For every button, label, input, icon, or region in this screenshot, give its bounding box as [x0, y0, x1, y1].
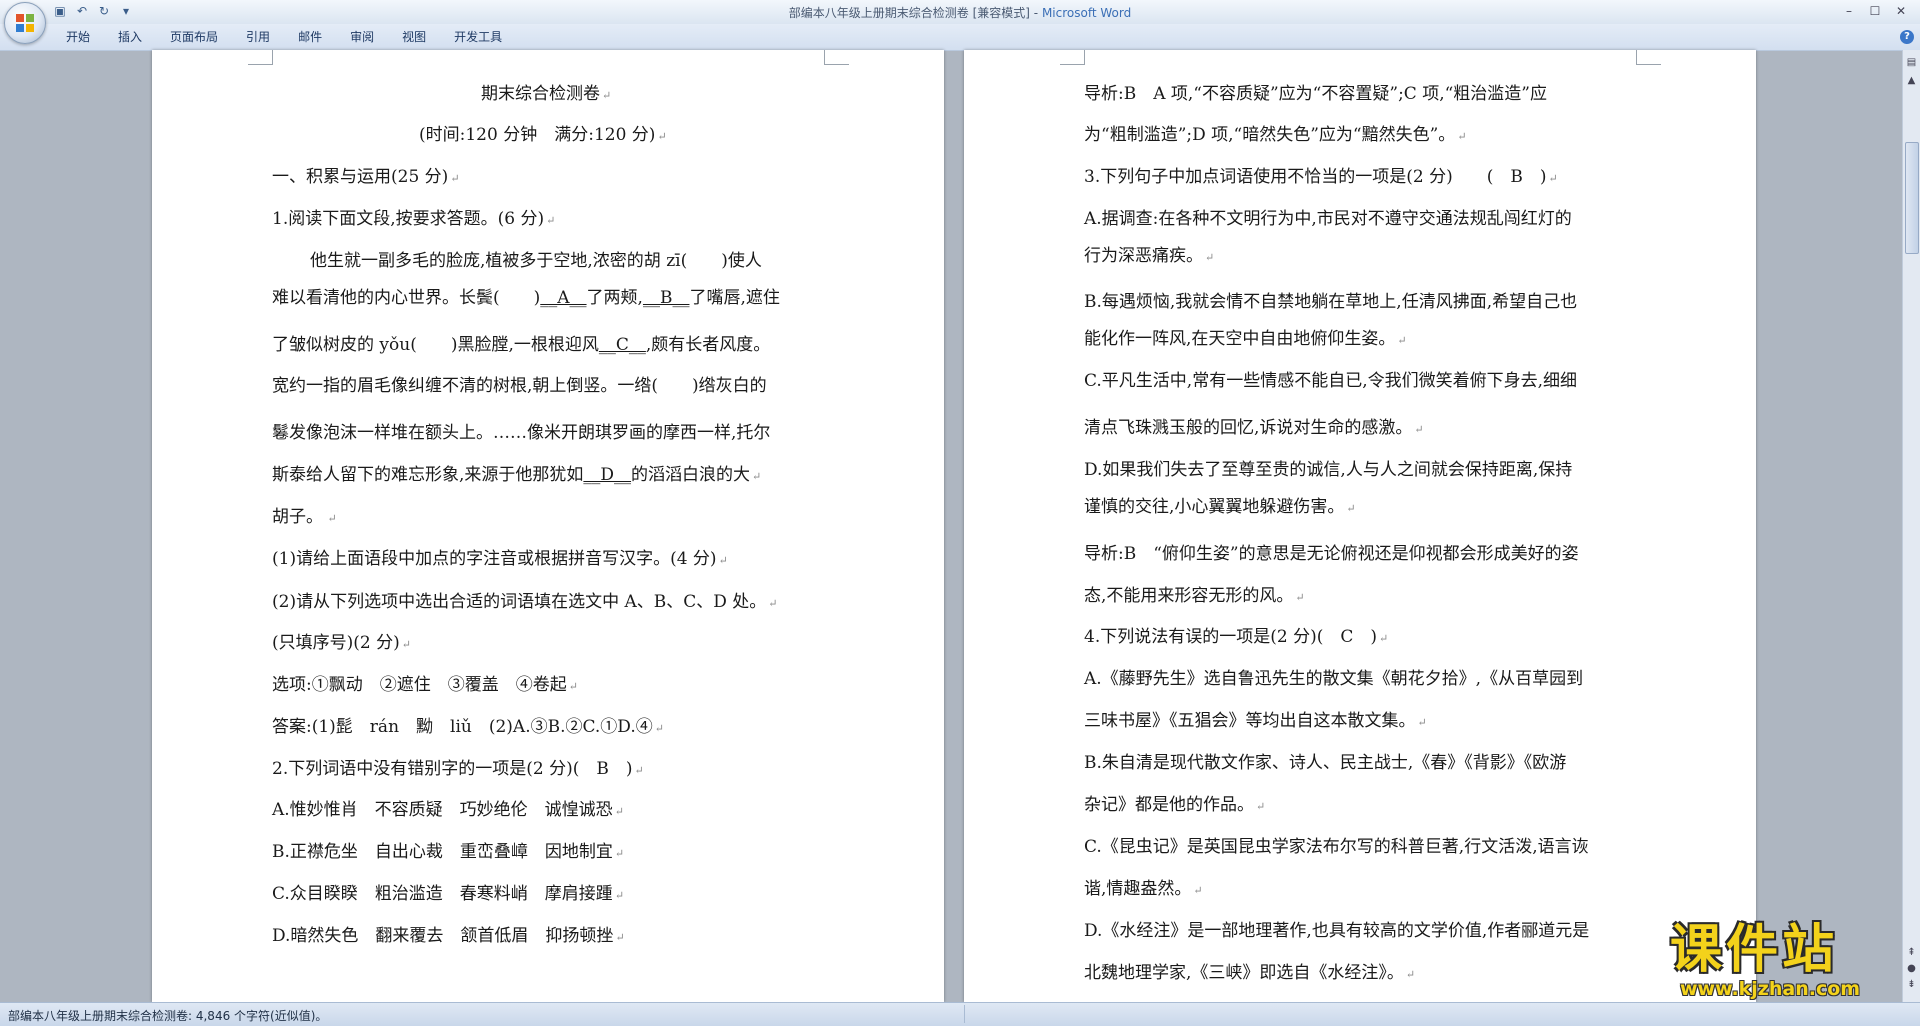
vertical-scrollbar[interactable]: ▤ ▲ ⇞ ● ⇟	[1902, 50, 1920, 1002]
option-b: B.正襟危坐 自出心裁 重峦叠嶂 因地制宜 ↵	[272, 842, 625, 862]
document-subtitle: (时间:120 分钟 满分:120 分) ↵	[419, 125, 667, 145]
option-b: B.每遇烦恼,我就会情不自禁地躺在草地上,任清风拂面,希望自己也	[1084, 292, 1578, 312]
window-title: 部编本八年级上册期末综合检测卷 [兼容模式] - Microsoft Word	[0, 4, 1920, 21]
document-title: 期末综合检测卷 ↵	[481, 84, 612, 104]
question-2: 2.下列词语中没有错别字的一项是(2 分)( B ) ↵	[272, 759, 644, 779]
tab-mailings[interactable]: 邮件	[284, 29, 336, 45]
passage-line: 鬈发像泡沫一样堆在额头上。……像米开朗琪罗画的摩西一样,托尔	[272, 423, 771, 443]
window-controls: – ☐ ✕	[1836, 2, 1914, 20]
analysis-line: 态,不能用来形容无形的风。 ↵	[1084, 586, 1305, 606]
option-d: D.《水经注》是一部地理著作,也具有较高的文学价值,作者郦道元是	[1084, 921, 1590, 941]
ribbon-tabs: 开始 插入 页面布局 引用 邮件 审阅 视图 开发工具	[52, 29, 516, 45]
question-1: 1.阅读下面文段,按要求答题。(6 分) ↵	[272, 209, 556, 229]
question-4: 4.下列说法有误的一项是(2 分)( C ) ↵	[1084, 627, 1389, 647]
option-c: C.平凡生活中,常有一些情感不能自已,令我们微笑着俯下身去,细细	[1084, 371, 1578, 391]
close-icon[interactable]: ✕	[1888, 2, 1914, 20]
office-button[interactable]	[4, 2, 46, 44]
crop-mark	[1636, 50, 1661, 65]
option-b: B.朱自清是现代散文作家、诗人、民主战士,《春》《背影》《欧游	[1084, 753, 1567, 773]
word-count-status[interactable]: 部编本八年级上册期末综合检测卷: 4,846 个字符(近似值)。	[8, 1007, 327, 1024]
tab-review[interactable]: 审阅	[336, 29, 388, 45]
option-c: 谐,情趣盎然。 ↵	[1084, 879, 1203, 899]
crop-mark	[248, 50, 273, 65]
tab-home[interactable]: 开始	[52, 29, 104, 45]
watermark-logo-text: 课件站	[1670, 920, 1839, 980]
document-title: 部编本八年级上册期末综合检测卷 [兼容模式]	[788, 6, 1030, 20]
title-separator: -	[1029, 6, 1042, 20]
status-divider	[964, 1005, 965, 1023]
minimize-icon[interactable]: –	[1836, 2, 1862, 20]
answer-line: 答案:(1)髭 rán 黝 liǔ (2)A.③B.②C.①D.④ ↵	[272, 717, 664, 737]
option-c: 清点飞珠溅玉般的回忆,诉说对生命的感激。 ↵	[1084, 418, 1424, 438]
analysis-line: 为“粗制滥造”;D 项,“暗然失色”应为“黯然失色”。 ↵	[1084, 125, 1467, 145]
passage-line: 难以看清他的内心世界。长鬓( )__A__了两颊,__B__了嘴唇,遮住	[272, 288, 780, 308]
tab-developer[interactable]: 开发工具	[440, 29, 516, 45]
crop-mark	[824, 50, 849, 65]
option-c: C.众目睽睽 粗治滥造 春寒料峭 摩肩接踵 ↵	[272, 884, 625, 904]
maximize-icon[interactable]: ☐	[1862, 2, 1888, 20]
question-1-1: (1)请给上面语段中加点的字注音或根据拼音写汉字。(4 分) ↵	[272, 549, 728, 569]
question-1-2: (2)请从下列选项中选出合适的词语填在选文中 A、B、C、D 处。 ↵	[272, 592, 778, 612]
browse-object-icon[interactable]: ●	[1905, 962, 1918, 975]
options-line: 选项:①飘动 ②遮住 ③覆盖 ④卷起 ↵	[272, 675, 578, 695]
tab-insert[interactable]: 插入	[104, 29, 156, 45]
ruler-toggle-icon[interactable]: ▤	[1905, 56, 1918, 69]
crop-mark	[1060, 50, 1085, 65]
help-icon[interactable]: ?	[1900, 30, 1914, 44]
option-a: 行为深恶痛疾。 ↵	[1084, 246, 1215, 266]
app-name: Microsoft Word	[1041, 6, 1132, 20]
option-d: D.如果我们失去了至尊至贵的诚信,人与人之间就会保持距离,保持	[1084, 460, 1573, 480]
option-a: A.惟妙惟肖 不容质疑 巧妙绝伦 诚惶诚恐 ↵	[272, 800, 624, 820]
section-heading: 一、积累与运用(25 分) ↵	[272, 167, 460, 187]
option-c: C.《昆虫记》是英国昆虫学家法布尔写的科普巨著,行文活泼,语言诙	[1084, 837, 1589, 857]
document-page-left[interactable]: 期末综合检测卷 ↵ (时间:120 分钟 满分:120 分) ↵ 一、积累与运用(2…	[152, 50, 944, 1002]
option-d: 谨慎的交往,小心翼翼地躲避伤害。 ↵	[1084, 497, 1356, 517]
passage-line: 斯泰给人留下的难忘形象,来源于他那犹如__D__的滔滔白浪的大 ↵	[272, 465, 762, 485]
scroll-up-icon[interactable]: ▲	[1905, 74, 1918, 87]
question-1-2-note: (只填序号)(2 分) ↵	[272, 633, 411, 653]
status-bar: 部编本八年级上册期末综合检测卷: 4,846 个字符(近似值)。	[0, 1002, 1920, 1026]
passage-line: 他生就一副多毛的脸庞,植被多于空地,浓密的胡 zī( )使人	[310, 251, 762, 271]
option-d: 北魏地理学家,《三峡》即选自《水经注》。 ↵	[1084, 963, 1416, 983]
option-b: 能化作一阵风,在天空中自由地俯仰生姿。 ↵	[1084, 329, 1407, 349]
tab-page-layout[interactable]: 页面布局	[156, 29, 232, 45]
option-b: 杂记》都是他的作品。 ↵	[1084, 795, 1266, 815]
option-a: 三味书屋》《五猖会》等均出自这本散文集。 ↵	[1084, 711, 1427, 731]
tab-view[interactable]: 视图	[388, 29, 440, 45]
passage-line: 了皱似树皮的 yǒu( )黑脸膛,一根根迎风__C__,颇有长者风度。	[272, 335, 771, 355]
option-d: D.暗然失色 翻来覆去 颔首低眉 抑扬顿挫 ↵	[272, 926, 625, 946]
option-a: A.据调查:在各种不文明行为中,市民对不遵守交通法规乱闯红灯的	[1084, 209, 1572, 229]
tab-references[interactable]: 引用	[232, 29, 284, 45]
site-watermark: 课件站 www.kjzhan.com	[1670, 922, 1906, 1000]
ribbon-tab-bar: 开始 插入 页面布局 引用 邮件 审阅 视图 开发工具 ?	[0, 24, 1920, 51]
document-page-right[interactable]: 导析:B A 项,“不容质疑”应为“不容置疑”;C 项,“粗治滥造”应 为“粗制…	[964, 50, 1756, 1002]
analysis-line: 导析:B “俯仰生姿”的意思是无论俯视还是仰视都会形成美好的姿	[1084, 544, 1579, 564]
next-page-icon[interactable]: ⇟	[1905, 978, 1918, 991]
question-3: 3.下列句子中加点词语使用不恰当的一项是(2 分) ( B ) ↵	[1084, 167, 1558, 187]
passage-line: 宽约一指的眉毛像纠缠不清的树根,朝上倒竖。一绺( )绺灰白的	[272, 376, 767, 396]
analysis-line: 导析:B A 项,“不容质疑”应为“不容置疑”;C 项,“粗治滥造”应	[1084, 84, 1547, 104]
title-bar: ▣ ↶ ↻ ▾ 部编本八年级上册期末综合检测卷 [兼容模式] - Microso…	[0, 0, 1920, 44]
option-a: A.《藤野先生》选自鲁迅先生的散文集《朝花夕拾》,《从百草园到	[1084, 669, 1584, 689]
scroll-thumb[interactable]	[1905, 142, 1919, 254]
watermark-url: www.kjzhan.com	[1680, 978, 1861, 1000]
previous-page-icon[interactable]: ⇞	[1905, 946, 1918, 959]
office-logo-icon	[16, 14, 34, 32]
passage-line: 胡子。 ↵	[272, 507, 337, 527]
